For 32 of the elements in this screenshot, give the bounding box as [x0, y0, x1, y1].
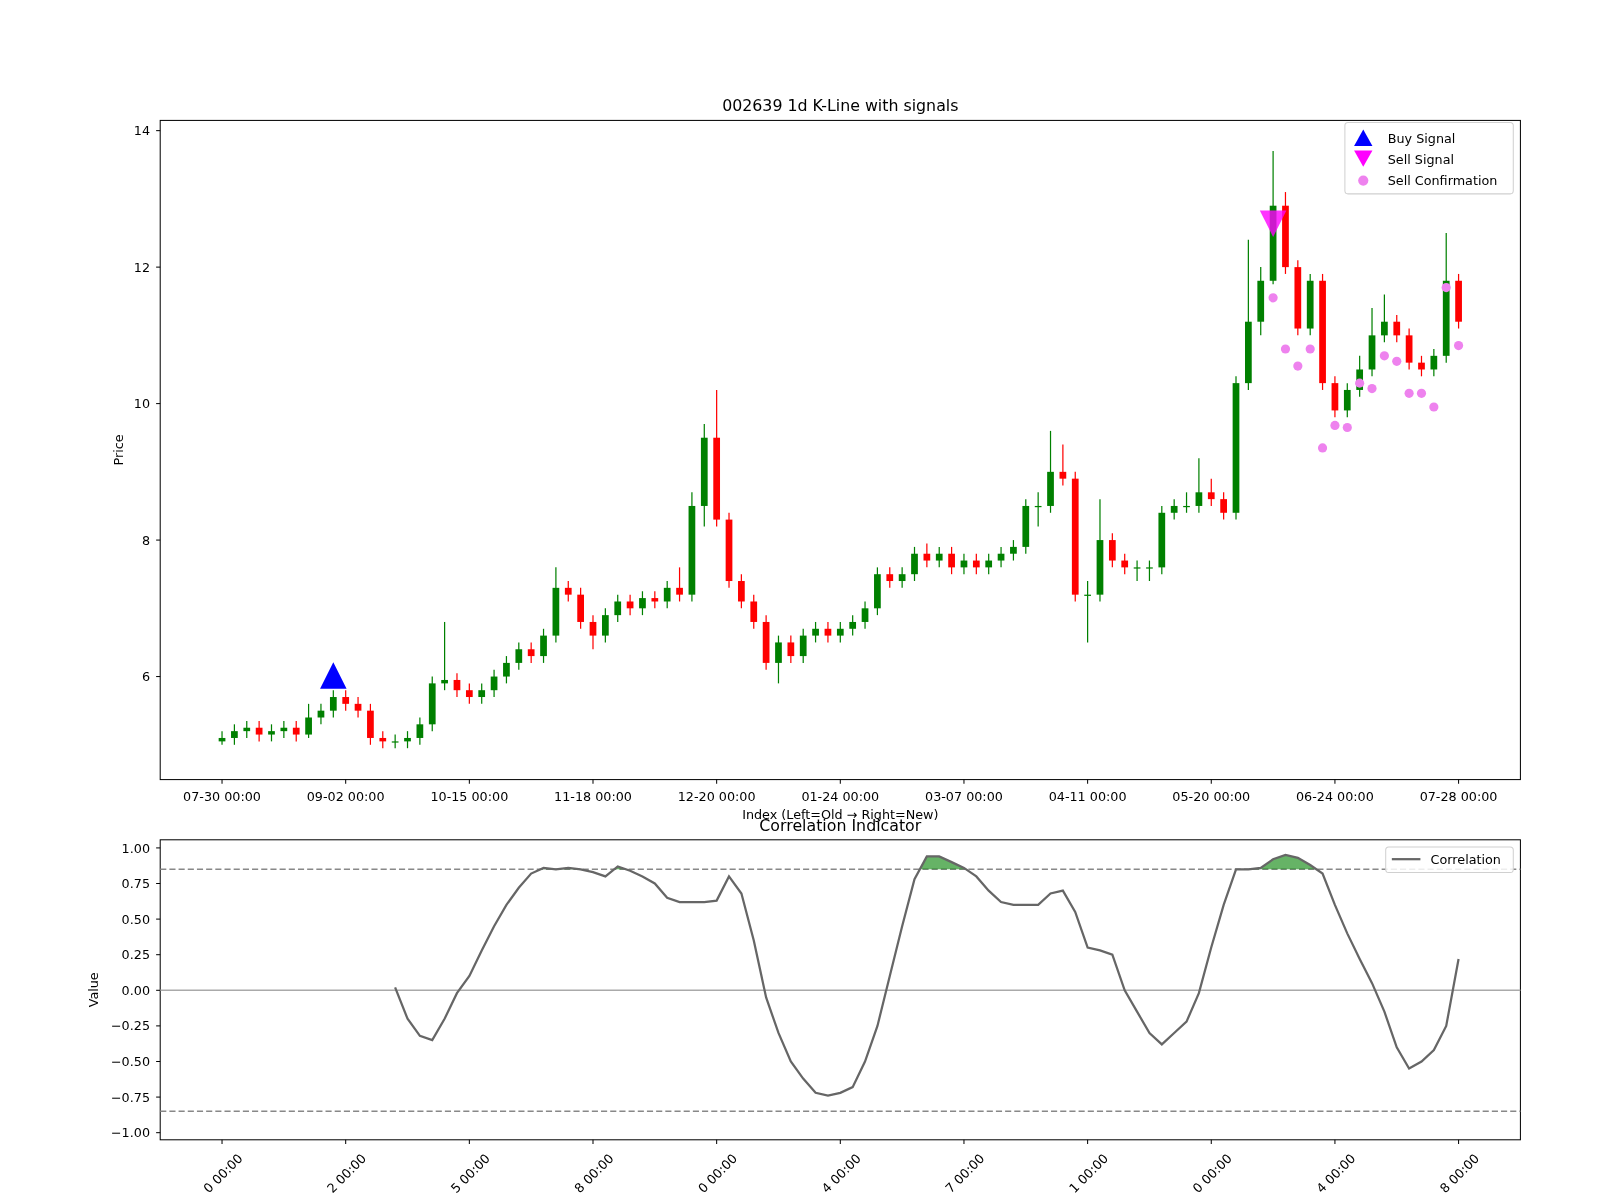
tick-label: 09-02 00:00: [306, 789, 385, 804]
legend-label: Correlation: [1430, 852, 1501, 868]
tick-label: 01-24 00:00: [801, 789, 880, 804]
tick-label: −0.25: [110, 1018, 150, 1034]
tick-label: 0.50: [121, 911, 150, 927]
tick-label: −0.75: [110, 1089, 150, 1105]
chart-title: 002639 1d K-Line with signals: [722, 96, 959, 116]
tick-label: 0.75: [121, 876, 150, 892]
tick-label: 12: [133, 259, 150, 275]
tick-label: 06-24 00:00: [1296, 789, 1374, 804]
tick-label: 10: [133, 396, 150, 412]
tick-label: 0.25: [121, 947, 150, 963]
tick-label: 8: [141, 532, 150, 548]
tick-label: 05-20 00:00: [1172, 789, 1251, 804]
tick-label: 6: [141, 669, 150, 685]
legend-label: Sell Signal: [1387, 151, 1454, 167]
tick-label: 07-30 00:00: [183, 789, 261, 804]
tick-label: 04-11 00:00: [1048, 789, 1127, 804]
legend-label: Buy Signal: [1387, 130, 1456, 146]
axis-label: Price: [111, 434, 127, 466]
tick-label: −0.50: [110, 1054, 150, 1070]
tick-label: −1.00: [110, 1125, 150, 1141]
tick-label: 14: [133, 123, 150, 139]
axis-label: Value: [85, 972, 101, 1008]
tick-label: 03-07 00:00: [925, 789, 1003, 804]
tick-label: 10-15 00:00: [430, 789, 509, 804]
legend-label: Sell Confirmation: [1387, 172, 1498, 188]
tick-label: 0.00: [121, 982, 150, 998]
tick-label: 07-28 00:00: [1419, 789, 1498, 804]
tick-label: 11-18 00:00: [554, 789, 632, 804]
tick-label: 12-20 00:00: [677, 789, 756, 804]
tick-label: 1.00: [121, 840, 150, 856]
